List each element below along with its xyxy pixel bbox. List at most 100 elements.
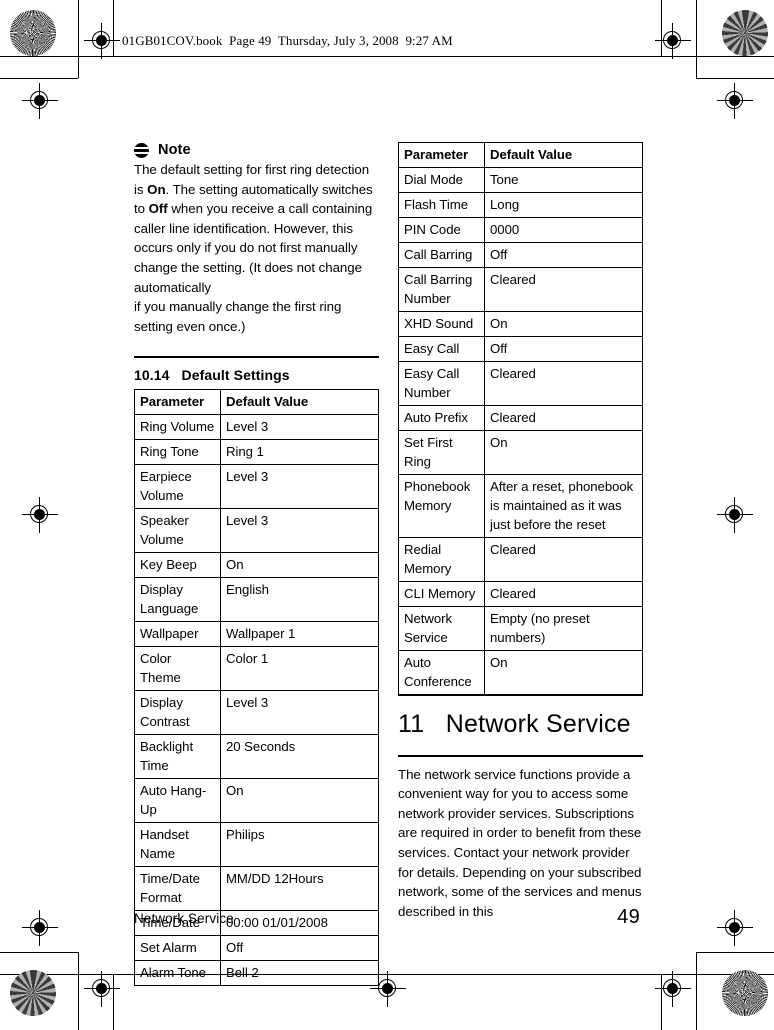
table-row: Call Barring Number Cleared [398,267,643,312]
note-body: The default setting for first ring detec… [134,162,373,334]
cell-default-value: On [484,430,643,475]
cell-default-value: Wallpaper 1 [220,620,379,647]
table-row: Backlight Time 20 Seconds [134,733,379,779]
cell-default-value: Level 3 [220,413,379,440]
cell-parameter: Dial Mode [398,167,485,193]
cell-parameter: Auto Conference [398,650,485,695]
cell-default-value: Off [484,336,643,362]
cell-parameter: Phonebook Memory [398,474,485,538]
cell-default-value: On [220,551,379,578]
table-header-row: Parameter Default Value [398,142,643,168]
cell-default-value: Long [484,192,643,218]
cell-parameter: Speaker Volume [134,507,221,553]
cell-default-value: Tone [484,167,643,193]
cell-default-value: On [220,777,379,823]
cell-parameter: XHD Sound [398,311,485,337]
cell-default-value: Cleared [484,361,643,406]
cell-parameter: Key Beep [134,551,221,578]
table-row: Auto Conference On [398,650,643,695]
table-row: Ring Tone Ring 1 [134,438,379,465]
default-settings-table-right: Parameter Default Value Dial Mode Tone Fla… [398,142,643,695]
table-row: Display Language English [134,576,379,622]
table-row: Set First Ring On [398,430,643,475]
table-header-row: Parameter Default Value [134,388,379,415]
cell-default-value: Philips [220,821,379,867]
cell-default-value: Cleared [484,537,643,582]
cell-parameter: Time/Date Format [134,865,221,911]
cell-parameter: Network Service [398,606,485,651]
table-row: Handset Name Philips [134,821,379,867]
column-header-parameter: Parameter [398,142,485,168]
cell-default-value: On [484,311,643,337]
cell-default-value: Off [484,242,643,268]
cell-parameter: Easy Call Number [398,361,485,406]
cell-parameter: Wallpaper [134,620,221,647]
cell-parameter: Display Contrast [134,689,221,735]
table-row: Set Alarm Off [134,934,379,961]
table-row: CLI Memory Cleared [398,581,643,607]
cell-parameter: Auto Hang-Up [134,777,221,823]
column-header-default-value: Default Value [220,388,379,415]
cell-parameter: Flash Time [398,192,485,218]
table-row: Speaker Volume Level 3 [134,507,379,553]
table-row: Flash Time Long [398,192,643,218]
cell-default-value: Cleared [484,267,643,312]
chapter-divider-top [398,695,643,697]
table-row: Easy Call Off [398,336,643,362]
table-body-left: Ring Volume Level 3 Ring Tone Ring 1 Earpiec… [134,413,379,986]
cell-parameter: Ring Volume [134,413,221,440]
table-row: Ring Volume Level 3 [134,413,379,440]
cell-parameter: Display Language [134,576,221,622]
table-row: Phonebook Memory After a reset, phonebook… [398,474,643,538]
cell-default-value: Ring 1 [220,438,379,465]
table-body-right: Dial Mode Tone Flash Time Long PIN Code 0000 C… [398,167,643,695]
table-row: Wallpaper Wallpaper 1 [134,620,379,647]
cell-parameter: Alarm Tone [134,959,221,986]
cell-parameter: Call Barring Number [398,267,485,312]
cell-parameter: Backlight Time [134,733,221,779]
note-callout: Note The default setting for first ring … [134,142,379,336]
chapter-heading: 11 Network Service [398,710,631,739]
section-heading: 10.14 Default Settings [134,366,290,383]
table-row: XHD Sound On [398,311,643,337]
cell-default-value: Cleared [484,581,643,607]
table-row: Network Service Empty (no preset numbers) [398,606,643,651]
cell-parameter: Handset Name [134,821,221,867]
cell-default-value: Bell 2 [220,959,379,986]
table-row: Time/Date Format MM/DD 12Hours [134,865,379,911]
cell-default-value: Level 3 [220,507,379,553]
cell-default-value: Level 3 [220,689,379,735]
footer-page-number: 49 [617,906,640,928]
left-column: Note The default setting for first ring … [134,142,379,986]
table-row: Easy Call Number Cleared [398,361,643,406]
column-header-default-value: Default Value [484,142,643,168]
table-row: Redial Memory Cleared [398,537,643,582]
cell-parameter: Set First Ring [398,430,485,475]
table-row: Auto Prefix Cleared [398,405,643,431]
cell-parameter: Ring Tone [134,438,221,465]
note-title: Note [158,142,191,158]
cell-default-value: Cleared [484,405,643,431]
cell-parameter: Redial Memory [398,537,485,582]
table-row: Earpiece Volume Level 3 [134,463,379,509]
cell-default-value: After a reset, phonebook is maintained a… [484,474,643,538]
cell-parameter: Color Theme [134,645,221,691]
cell-parameter: Set Alarm [134,934,221,961]
table-row: Call Barring Off [398,242,643,268]
cell-default-value: 20 Seconds [220,733,379,779]
note-header: Note [134,142,379,158]
cell-parameter: Auto Prefix [398,405,485,431]
chapter-divider-bottom [398,755,643,757]
page-footer: Network Service 49 [134,906,640,929]
page-content: Note The default setting for first ring … [0,0,774,1030]
table-row: Dial Mode Tone [398,167,643,193]
cell-default-value: Off [220,934,379,961]
right-column: Parameter Default Value Dial Mode Tone Fla… [398,142,643,921]
table-row: Auto Hang-Up On [134,777,379,823]
cell-parameter: PIN Code [398,217,485,243]
cell-parameter: Easy Call [398,336,485,362]
table-row: Key Beep On [134,551,379,578]
cell-default-value: Color 1 [220,645,379,691]
cell-default-value: Level 3 [220,463,379,509]
chapter-intro-paragraph: The network service functions provide a … [398,766,642,919]
